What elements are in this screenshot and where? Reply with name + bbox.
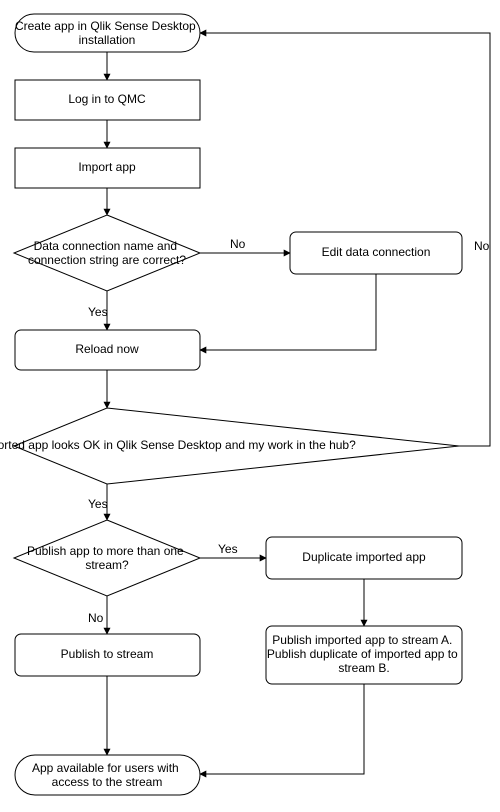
node-login-label: Log in to QMC: [68, 92, 146, 106]
node-import-label: Import app: [78, 160, 136, 174]
edge-more-no-label: No: [88, 611, 104, 625]
edge-pub2-avail: [200, 684, 364, 774]
node-reload-label: Reload now: [75, 342, 139, 356]
node-available-label: App available for users with access to t…: [32, 761, 182, 789]
edge-check-yes-label: Yes: [88, 305, 108, 319]
node-check-conn-label: Data connection name and connection stri…: [28, 239, 186, 267]
edge-more-yes-label: Yes: [218, 542, 238, 556]
node-looks-ok-label: The imported app looks OK in Qlik Sense …: [0, 438, 356, 452]
edge-edit-reload: [200, 274, 376, 350]
node-publish-one-label: Publish to stream: [61, 647, 154, 661]
node-duplicate-label: Duplicate imported app: [302, 550, 426, 564]
edge-looks-no-label: No: [474, 239, 490, 253]
edge-looks-yes-label: Yes: [88, 497, 108, 511]
flowchart: Create app in Qlik Sense Desktop install…: [0, 0, 500, 812]
node-edit-conn-label: Edit data connection: [322, 245, 431, 259]
edge-check-no-label: No: [230, 237, 246, 251]
